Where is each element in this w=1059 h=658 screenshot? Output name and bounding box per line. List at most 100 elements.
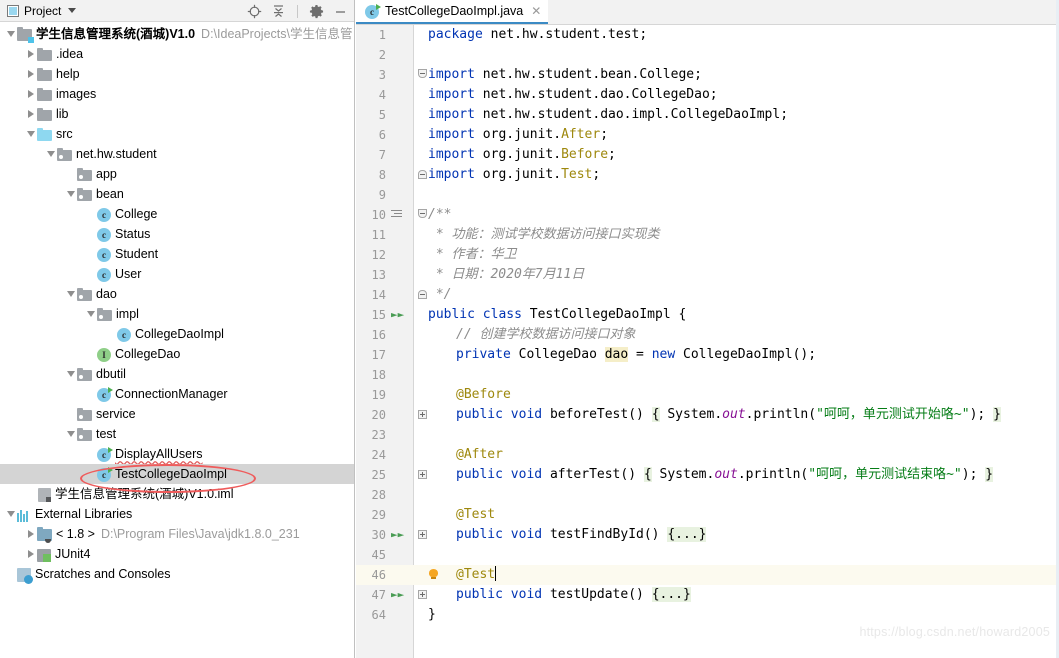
- code-fold-toggle[interactable]: [418, 470, 427, 479]
- code-line[interactable]: 12 * 作者：华卫: [356, 245, 1059, 265]
- code-line[interactable]: 15 ►► public class TestCollegeDaoImpl {: [356, 305, 1059, 325]
- chevron-down-icon[interactable]: [68, 8, 77, 13]
- line-number[interactable]: 28: [356, 485, 386, 505]
- code-line[interactable]: 30 ►► public void testFindById() {...}: [356, 525, 1059, 545]
- line-number[interactable]: 20: [356, 405, 386, 425]
- chevron-down-icon[interactable]: [86, 304, 97, 324]
- chevron-down-icon[interactable]: [66, 424, 77, 444]
- code-line[interactable]: 45: [356, 545, 1059, 565]
- line-number[interactable]: 15: [356, 305, 386, 325]
- tree-item-package-dao[interactable]: dao: [0, 284, 354, 304]
- tree-item-help[interactable]: help: [0, 64, 354, 84]
- tree-item-idea[interactable]: .idea: [0, 44, 354, 64]
- chevron-right-icon[interactable]: [26, 44, 37, 64]
- tree-item-package-dbutil[interactable]: dbutil: [0, 364, 354, 384]
- line-number[interactable]: 12: [356, 245, 386, 265]
- line-number[interactable]: 7: [356, 145, 386, 165]
- chevron-down-icon[interactable]: [26, 124, 37, 144]
- tree-item-lib[interactable]: lib: [0, 104, 354, 124]
- line-number[interactable]: 16: [356, 325, 386, 345]
- tree-item-class-student[interactable]: c Student: [0, 244, 354, 264]
- code-line[interactable]: 18: [356, 365, 1059, 385]
- tree-item-class-testcollegedaoimpl[interactable]: c TestCollegeDaoImpl: [0, 464, 354, 484]
- tree-item-package-service[interactable]: service: [0, 404, 354, 424]
- minimize-icon[interactable]: [333, 4, 348, 19]
- line-number[interactable]: 10: [356, 205, 386, 225]
- line-number[interactable]: 17: [356, 345, 386, 365]
- chevron-down-icon[interactable]: [46, 144, 57, 164]
- tree-item-package-test[interactable]: test: [0, 424, 354, 444]
- code-line[interactable]: 10 /**: [356, 205, 1059, 225]
- collapse-all-icon[interactable]: [271, 4, 286, 19]
- line-number[interactable]: 13: [356, 265, 386, 285]
- code-fold-toggle[interactable]: [418, 590, 427, 599]
- tree-item-package-bean[interactable]: bean: [0, 184, 354, 204]
- project-tree[interactable]: 学生信息管理系统(酒城)V1.0 D:\IdeaProjects\学生信息管 .id…: [0, 22, 354, 584]
- code-editor[interactable]: 1 package net.hw.student.test; 2 3 import ne…: [356, 25, 1059, 658]
- tree-item-interface-collegedao[interactable]: I CollegeDao: [0, 344, 354, 364]
- line-number[interactable]: 6: [356, 125, 386, 145]
- tree-item-class-displayallusers[interactable]: c DisplayAllUsers: [0, 444, 354, 464]
- tree-item-project-root[interactable]: 学生信息管理系统(酒城)V1.0 D:\IdeaProjects\学生信息管: [0, 24, 354, 44]
- tree-item-class-college[interactable]: c College: [0, 204, 354, 224]
- editor-tab-testcollegedaoimpl[interactable]: c TestCollegeDaoImpl.java ✕: [356, 0, 549, 24]
- line-number[interactable]: 64: [356, 605, 386, 625]
- tree-item-package-net-hw-student[interactable]: net.hw.student: [0, 144, 354, 164]
- tree-item-junit4[interactable]: JUnit4: [0, 544, 354, 564]
- run-test-gutter-icon[interactable]: ►►: [391, 588, 404, 601]
- line-number[interactable]: 11: [356, 225, 386, 245]
- tree-item-external-libraries[interactable]: External Libraries: [0, 504, 354, 524]
- code-line[interactable]: 19 @Before: [356, 385, 1059, 405]
- code-line[interactable]: 11 * 功能：测试学校数据访问接口实现类: [356, 225, 1059, 245]
- code-fold-toggle[interactable]: [418, 209, 427, 218]
- chevron-right-icon[interactable]: [26, 544, 37, 564]
- code-fold-toggle[interactable]: [418, 170, 427, 179]
- code-line[interactable]: 29 @Test: [356, 505, 1059, 525]
- line-number[interactable]: 47: [356, 585, 386, 605]
- chevron-down-icon[interactable]: [6, 24, 17, 44]
- chevron-down-icon[interactable]: [6, 504, 17, 524]
- code-line[interactable]: 17 private CollegeDao dao = new CollegeDa…: [356, 345, 1059, 365]
- line-number[interactable]: 14: [356, 285, 386, 305]
- chevron-right-icon[interactable]: [26, 64, 37, 84]
- code-line[interactable]: 2: [356, 45, 1059, 65]
- code-line[interactable]: 5 import net.hw.student.dao.impl.CollegeD…: [356, 105, 1059, 125]
- tree-item-class-user[interactable]: c User: [0, 264, 354, 284]
- tree-item-class-status[interactable]: c Status: [0, 224, 354, 244]
- code-line[interactable]: 14 */: [356, 285, 1059, 305]
- code-line[interactable]: 16 // 创建学校数据访问接口对象: [356, 325, 1059, 345]
- line-number[interactable]: 23: [356, 425, 386, 445]
- line-number[interactable]: 46: [356, 565, 386, 585]
- code-line[interactable]: 20 public void beforeTest() { System.out.…: [356, 405, 1059, 425]
- close-icon[interactable]: ✕: [531, 4, 541, 18]
- code-line[interactable]: 4 import net.hw.student.dao.CollegeDao;: [356, 85, 1059, 105]
- line-number[interactable]: 3: [356, 65, 386, 85]
- code-line[interactable]: 13 * 日期：2020年7月11日: [356, 265, 1059, 285]
- code-line[interactable]: 28: [356, 485, 1059, 505]
- locate-icon[interactable]: [247, 4, 262, 19]
- settings-gear-icon[interactable]: [309, 4, 324, 19]
- line-number[interactable]: 9: [356, 185, 386, 205]
- run-test-gutter-icon[interactable]: ►►: [391, 308, 404, 321]
- code-line[interactable]: 9: [356, 185, 1059, 205]
- code-line[interactable]: 47 ►► public void testUpdate() {...}: [356, 585, 1059, 605]
- tree-item-class-connectionmanager[interactable]: c ConnectionManager: [0, 384, 354, 404]
- code-line[interactable]: 6 import org.junit.After;: [356, 125, 1059, 145]
- tree-item-package-app[interactable]: app: [0, 164, 354, 184]
- line-number[interactable]: 25: [356, 465, 386, 485]
- run-test-gutter-icon[interactable]: ►►: [391, 528, 404, 541]
- line-number[interactable]: 24: [356, 445, 386, 465]
- tree-item-images[interactable]: images: [0, 84, 354, 104]
- code-fold-toggle[interactable]: [418, 530, 427, 539]
- code-line[interactable]: 23: [356, 425, 1059, 445]
- tree-item-jdk[interactable]: < 1.8 > D:\Program Files\Java\jdk1.8.0_23…: [0, 524, 354, 544]
- project-panel-title-group[interactable]: Project: [7, 4, 77, 18]
- code-line[interactable]: 64}: [356, 605, 1059, 625]
- line-number[interactable]: 5: [356, 105, 386, 125]
- tree-item-scratches-and-consoles[interactable]: Scratches and Consoles: [0, 564, 354, 584]
- line-number[interactable]: 4: [356, 85, 386, 105]
- tree-item-src[interactable]: src: [0, 124, 354, 144]
- line-number[interactable]: 29: [356, 505, 386, 525]
- intention-bulb-icon[interactable]: [428, 569, 439, 580]
- code-line[interactable]: 25 public void afterTest() { System.out.p…: [356, 465, 1059, 485]
